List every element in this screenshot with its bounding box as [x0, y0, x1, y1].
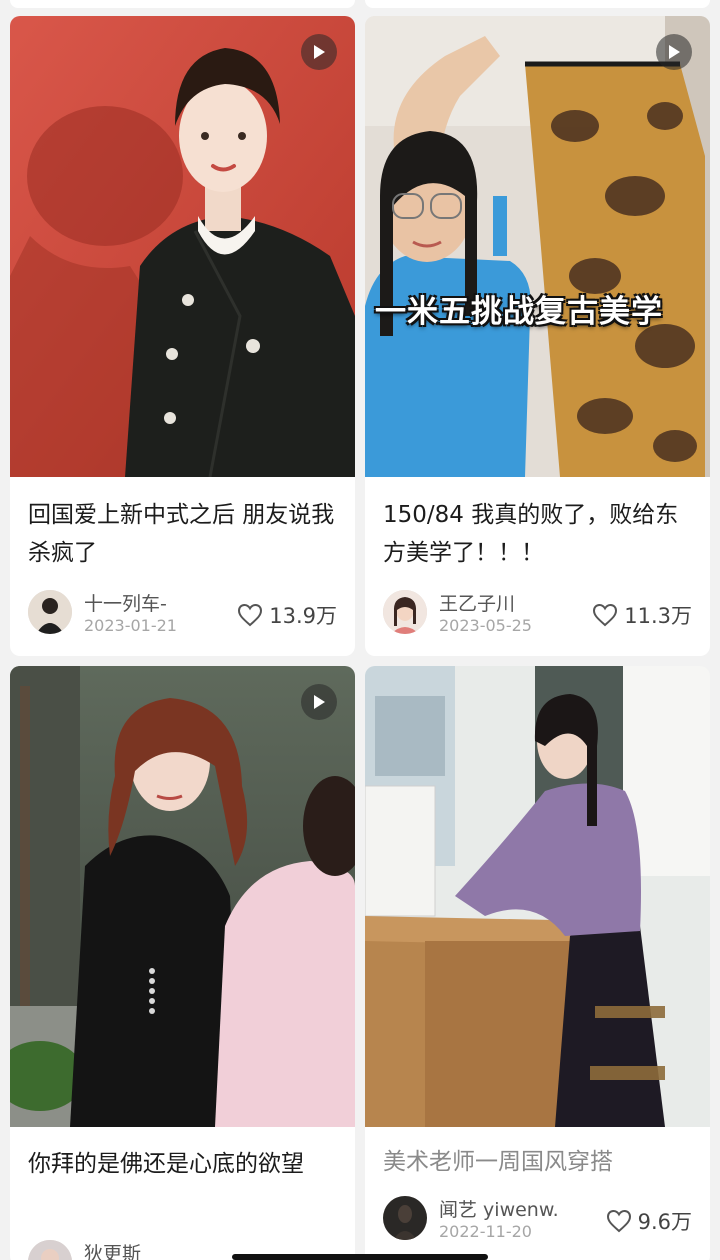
- post-date: 2022-11-20: [439, 1222, 532, 1241]
- card-title[interactable]: 150/84 我真的败了，败给东方美学了！！！: [383, 496, 694, 572]
- note-card[interactable]: 美术老师一周国风穿搭 闻艺 yiwenw. 2022-11-20 9.6万: [365, 666, 710, 1260]
- video-badge: [301, 684, 337, 720]
- author-name[interactable]: 狄更斯: [84, 1239, 141, 1260]
- note-card[interactable]: 你拜的是佛还是心底的欲望 狄更斯: [10, 666, 355, 1260]
- cover-overlay-text: 一米五挑战复古美学: [375, 294, 663, 330]
- like-button[interactable]: 13.9万: [237, 600, 337, 630]
- play-icon: [314, 45, 325, 59]
- avatar[interactable]: [383, 590, 427, 634]
- author-name[interactable]: 十一列车-: [84, 589, 167, 616]
- card-cover-image[interactable]: 一米五挑战复古美学: [365, 16, 710, 477]
- home-indicator[interactable]: [232, 1254, 488, 1260]
- card-cover-image[interactable]: [365, 666, 710, 1127]
- feed-grid: 回国爱上新中式之后 朋友说我杀疯了 十一列车- 2023-01-21 13.9万: [0, 0, 720, 1260]
- like-count: 11.3万: [624, 604, 692, 628]
- avatar[interactable]: [28, 590, 72, 634]
- card-title[interactable]: 回国爱上新中式之后 朋友说我杀疯了: [28, 496, 339, 572]
- card-meta: 十一列车- 2023-01-21 13.9万: [28, 590, 341, 638]
- like-button[interactable]: 11.3万: [592, 600, 692, 630]
- card-meta: 王乙子川 2023-05-25 11.3万: [383, 590, 696, 638]
- heart-outline-icon: [606, 1209, 631, 1233]
- avatar[interactable]: [28, 1240, 72, 1260]
- author-name[interactable]: 王乙子川: [439, 589, 515, 616]
- avatar[interactable]: [383, 1196, 427, 1240]
- note-card[interactable]: 回国爱上新中式之后 朋友说我杀疯了 十一列车- 2023-01-21 13.9万: [10, 16, 355, 656]
- like-button[interactable]: 9.6万: [606, 1206, 692, 1236]
- card-cover-image[interactable]: [10, 666, 355, 1127]
- card-title[interactable]: 你拜的是佛还是心底的欲望: [28, 1145, 339, 1183]
- play-icon: [669, 45, 680, 59]
- video-badge: [301, 34, 337, 70]
- play-icon: [314, 695, 325, 709]
- heart-outline-icon: [238, 603, 263, 627]
- author-name[interactable]: 闻艺 yiwenw.: [439, 1195, 559, 1222]
- card-top-stub: [365, 0, 710, 8]
- card-top-stub: [10, 0, 355, 8]
- note-card[interactable]: 一米五挑战复古美学 150/84 我真的败了，败给东方美学了！！！ 王乙子川 2…: [365, 16, 710, 656]
- video-badge: [656, 34, 692, 70]
- post-date: 2023-05-25: [439, 616, 532, 635]
- like-count: 9.6万: [637, 1210, 692, 1234]
- post-date: 2023-01-21: [84, 616, 177, 635]
- card-cover-image[interactable]: [10, 16, 355, 477]
- like-count: 13.9万: [269, 604, 337, 628]
- card-meta: 闻艺 yiwenw. 2022-11-20 9.6万: [383, 1196, 696, 1244]
- heart-outline-icon: [593, 603, 618, 627]
- card-title[interactable]: 美术老师一周国风穿搭: [383, 1143, 694, 1181]
